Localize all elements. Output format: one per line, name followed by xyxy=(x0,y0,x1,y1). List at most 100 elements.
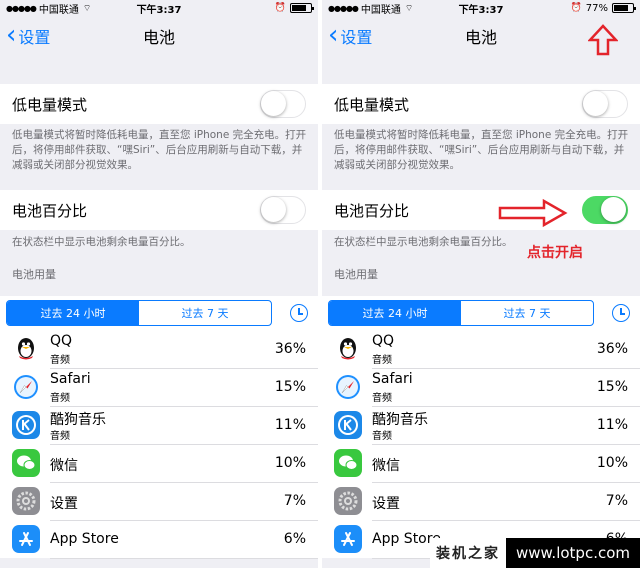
back-label: 设置 xyxy=(18,28,51,47)
app-usage-percent: 6% xyxy=(283,531,306,547)
alarm-icon: ⏰ xyxy=(570,3,582,13)
tab-last-7-days[interactable]: 过去 7 天 xyxy=(139,301,271,325)
back-label: 设置 xyxy=(340,28,373,47)
navigation-bar: ‹ 设置 电池 xyxy=(322,16,640,56)
chevron-left-icon: ‹ xyxy=(328,19,339,50)
list-item[interactable]: Safari 音频 15% xyxy=(322,368,640,407)
list-item[interactable]: QQ 音频 36% xyxy=(322,330,640,369)
qq-penguin-icon xyxy=(334,335,362,363)
battery-percent-text: 77% xyxy=(585,2,608,14)
back-button[interactable]: ‹ 设置 xyxy=(322,19,373,50)
usage-period-segmented-control: 过去 24 小时 过去 7 天 xyxy=(6,300,272,326)
app-name: 酷狗音乐 xyxy=(372,412,428,428)
usage-period-bar: 过去 24 小时 过去 7 天 xyxy=(0,296,318,330)
right-screenshot-panel: ●●●●● 中国联通 ⌔ 下午3:37 ⏰ 77% ‹ 设置 电池 低电量模式 … xyxy=(322,0,640,568)
battery-percentage-label: 电池百分比 xyxy=(12,201,88,220)
list-item[interactable]: Safari 音频 15% xyxy=(0,368,318,407)
list-item[interactable]: 设置 7% xyxy=(0,482,318,521)
navigation-bar: ‹ 设置 电池 xyxy=(0,16,318,56)
list-item[interactable]: 微信 10% xyxy=(322,444,640,483)
battery-percentage-toggle[interactable] xyxy=(260,196,306,224)
settings-gear-icon xyxy=(334,487,362,515)
app-name: App Store xyxy=(50,531,119,547)
list-item[interactable]: 酷狗音乐 音频 11% xyxy=(322,406,640,445)
arrow-right-icon xyxy=(498,198,568,228)
app-usage-percent: 15% xyxy=(274,379,306,395)
app-subtitle: 音频 xyxy=(372,431,392,442)
battery-percentage-toggle[interactable] xyxy=(582,196,628,224)
app-usage-percent: 7% xyxy=(283,493,306,509)
battery-percentage-cell: 电池百分比 xyxy=(322,190,640,230)
app-name: 设置 xyxy=(50,496,78,512)
low-power-mode-toggle[interactable] xyxy=(260,90,306,118)
battery-icon xyxy=(612,3,636,13)
list-item[interactable]: 微信 10% xyxy=(0,444,318,483)
low-power-mode-label: 低电量模式 xyxy=(334,95,410,114)
battery-percentage-description: 在状态栏中显示电池剩余电量百分比。 xyxy=(334,236,513,248)
watermark-url: www.lotpc.com xyxy=(506,538,640,568)
safari-compass-icon xyxy=(334,373,362,401)
tab-last-24-hours[interactable]: 过去 24 小时 xyxy=(329,301,461,325)
battery-percentage-label: 电池百分比 xyxy=(334,201,410,220)
low-power-mode-description: 低电量模式将暂时降低耗电量，直至您 iPhone 完全充电。打开后，将停用邮件获… xyxy=(12,129,307,171)
site-watermark: 装机之家 www.lotpc.com xyxy=(430,538,640,568)
status-time: 下午3:37 xyxy=(136,4,182,16)
app-subtitle: 音频 xyxy=(50,393,70,404)
kugou-icon xyxy=(334,411,362,439)
battery-usage-header: 电池用量 xyxy=(334,268,378,281)
app-usage-percent: 7% xyxy=(605,493,628,509)
app-name: QQ xyxy=(50,333,73,349)
battery-percentage-cell: 电池百分比 xyxy=(0,190,318,230)
app-usage-list: QQ 音频 36% Safari 音频 15% 酷狗音乐 音频 11% 微信 1… xyxy=(322,330,640,559)
tab-last-7-days[interactable]: 过去 7 天 xyxy=(461,301,593,325)
chevron-left-icon: ‹ xyxy=(6,19,17,50)
app-name: Safari xyxy=(372,371,413,387)
alarm-icon: ⏰ xyxy=(274,3,286,13)
left-screenshot-panel: ●●●●● 中国联通 ⌔ 下午3:37 ⏰ ‹ 设置 电池 低电量模式 低电量模… xyxy=(0,0,318,568)
list-item[interactable]: QQ 音频 36% xyxy=(0,330,318,369)
click-to-enable-hint: 点击开启 xyxy=(527,245,583,261)
app-subtitle: 音频 xyxy=(50,355,70,366)
battery-icon xyxy=(290,3,314,13)
app-store-icon xyxy=(12,525,40,553)
low-power-mode-label: 低电量模式 xyxy=(12,95,88,114)
clock-icon[interactable] xyxy=(612,304,630,322)
app-store-icon xyxy=(334,525,362,553)
low-power-mode-cell: 低电量模式 xyxy=(0,84,318,124)
app-name: QQ xyxy=(372,333,395,349)
wechat-icon xyxy=(334,449,362,477)
list-item[interactable]: App Store 6% xyxy=(0,520,318,559)
clock-icon[interactable] xyxy=(290,304,308,322)
low-power-mode-description: 低电量模式将暂时降低耗电量，直至您 iPhone 完全充电。打开后，将停用邮件获… xyxy=(334,129,629,171)
kugou-icon xyxy=(12,411,40,439)
app-subtitle: 音频 xyxy=(372,355,392,366)
safari-compass-icon xyxy=(12,373,40,401)
app-subtitle: 音频 xyxy=(50,431,70,442)
back-button[interactable]: ‹ 设置 xyxy=(0,19,51,50)
low-power-mode-cell: 低电量模式 xyxy=(322,84,640,124)
list-item[interactable]: 设置 7% xyxy=(322,482,640,521)
app-subtitle: 音频 xyxy=(372,393,392,404)
app-usage-percent: 15% xyxy=(596,379,628,395)
app-usage-percent: 36% xyxy=(274,341,306,357)
app-usage-percent: 10% xyxy=(274,455,306,471)
app-usage-percent: 11% xyxy=(274,417,306,433)
app-name: 微信 xyxy=(372,458,400,474)
qq-penguin-icon xyxy=(12,335,40,363)
app-usage-percent: 36% xyxy=(596,341,628,357)
usage-period-bar: 过去 24 小时 过去 7 天 xyxy=(322,296,640,330)
app-usage-list: QQ 音频 36% Safari 音频 15% 酷狗音乐 音频 11% 微信 1… xyxy=(0,330,318,559)
app-usage-percent: 10% xyxy=(596,455,628,471)
battery-percentage-description: 在状态栏中显示电池剩余电量百分比。 xyxy=(12,236,191,248)
app-usage-percent: 11% xyxy=(596,417,628,433)
status-bar: ●●●●● 中国联通 ⌔ 下午3:37 ⏰ xyxy=(0,0,318,16)
app-name: 微信 xyxy=(50,458,78,474)
watermark-site-name: 装机之家 xyxy=(430,538,506,568)
tab-last-24-hours[interactable]: 过去 24 小时 xyxy=(7,301,139,325)
usage-period-segmented-control: 过去 24 小时 过去 7 天 xyxy=(328,300,594,326)
low-power-mode-toggle[interactable] xyxy=(582,90,628,118)
list-item[interactable]: 酷狗音乐 音频 11% xyxy=(0,406,318,445)
app-name: 设置 xyxy=(372,496,400,512)
app-name: 酷狗音乐 xyxy=(50,412,106,428)
settings-gear-icon xyxy=(12,487,40,515)
